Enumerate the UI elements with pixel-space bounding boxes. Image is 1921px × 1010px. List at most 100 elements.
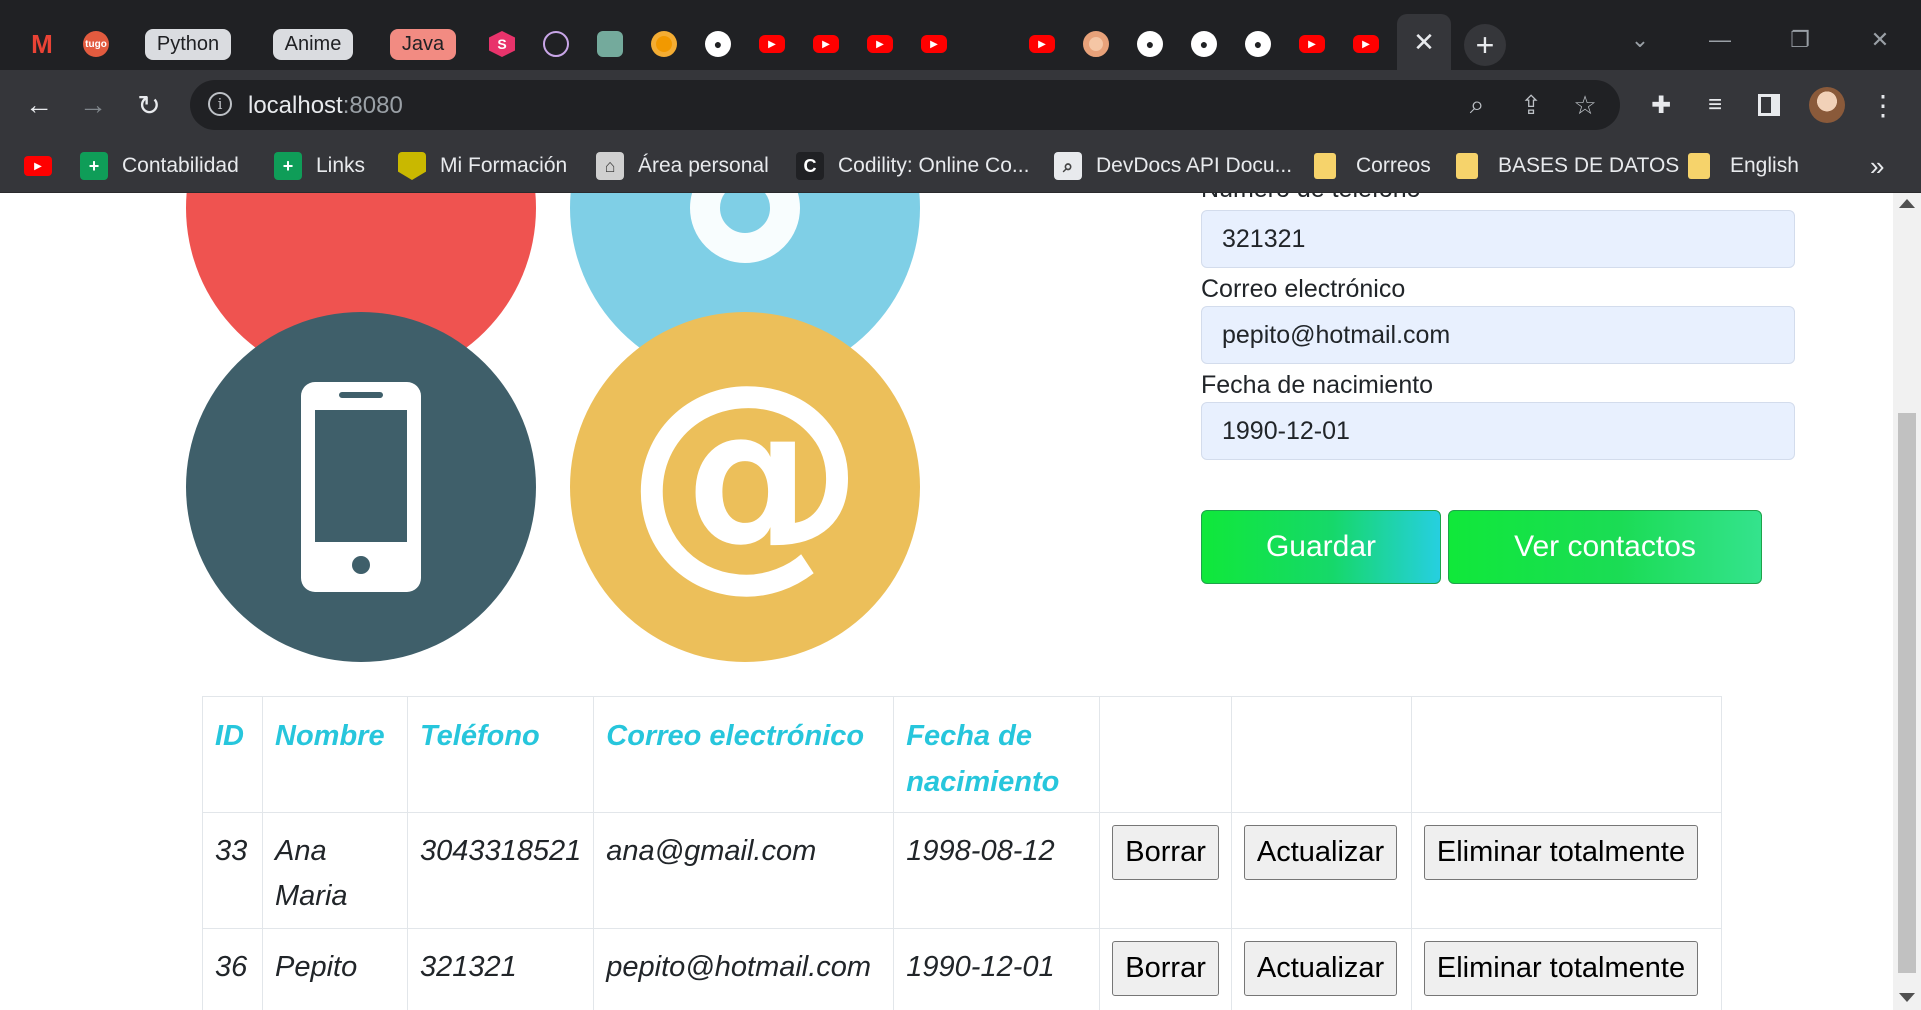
url-text[interactable]: localhost:8080	[248, 92, 403, 120]
update-button[interactable]: Actualizar	[1243, 941, 1398, 996]
save-button[interactable]: Guardar	[1201, 510, 1441, 584]
column-header-action-3	[1410, 696, 1722, 813]
profile-button[interactable]	[1806, 84, 1848, 126]
cell-id: 33	[202, 812, 263, 929]
column-header-email: Correo electrónico	[593, 696, 895, 813]
column-header-action-1	[1099, 696, 1232, 813]
restore-button[interactable]: ❐	[1761, 14, 1839, 66]
tab-youtube[interactable]: ▶	[804, 18, 848, 70]
delete-permanently-button[interactable]: Eliminar totalmente	[1423, 941, 1699, 996]
youtube-icon: ▶	[1299, 35, 1325, 53]
reload-icon: ↻	[137, 89, 161, 121]
side-panel-button[interactable]	[1748, 84, 1790, 126]
puzzle-icon: ✚	[1650, 91, 1672, 119]
scrollbar-thumb[interactable]	[1898, 413, 1916, 973]
tab-chatgpt-2[interactable]	[588, 18, 632, 70]
tab-gmail[interactable]: M	[18, 18, 66, 70]
vertical-scrollbar[interactable]	[1893, 193, 1921, 1010]
bookmark-folder-english[interactable]: English	[1688, 150, 1799, 182]
tab-github[interactable]: ●	[1182, 18, 1226, 70]
bookmark-star-icon[interactable]: ☆	[1568, 88, 1602, 122]
delete-permanently-button[interactable]: Eliminar totalmente	[1423, 825, 1699, 880]
extensions-button[interactable]: ✚	[1640, 84, 1682, 126]
sheets-icon: +	[274, 152, 302, 180]
tab-donut[interactable]	[1074, 18, 1118, 70]
tab-orange[interactable]	[642, 18, 686, 70]
table-header-row: ID Nombre Teléfono Correo electrónico Fe…	[202, 696, 1722, 813]
github-icon: ●	[1191, 31, 1217, 57]
share-icon[interactable]: ⇪	[1514, 88, 1548, 122]
cell-update: Actualizar	[1230, 812, 1412, 929]
email-field[interactable]	[1201, 306, 1795, 364]
gmail-icon: M	[31, 28, 53, 59]
tab-s[interactable]: S	[480, 18, 524, 70]
tab-chatgpt[interactable]	[534, 18, 578, 70]
bookmark-label: BASES DE DATOS	[1498, 154, 1680, 177]
address-bar[interactable]: i localhost:8080 ⌕ ⇪ ☆	[190, 80, 1620, 130]
phone-field[interactable]	[1201, 210, 1795, 268]
view-contacts-button[interactable]: Ver contactos	[1448, 510, 1762, 584]
minimize-button[interactable]: —	[1681, 14, 1759, 66]
scroll-up-arrow-icon[interactable]	[1899, 199, 1915, 208]
cell-delete: Borrar	[1099, 812, 1232, 929]
reload-button[interactable]: ↻	[128, 84, 170, 126]
github-icon: ●	[1245, 31, 1271, 57]
browser-toolbar: ← → ↻ i localhost:8080 ⌕ ⇪ ☆ ✚ ≡ ⋮	[0, 70, 1921, 140]
tab-active[interactable]: ✕	[1397, 14, 1451, 70]
delete-button[interactable]: Borrar	[1112, 941, 1219, 996]
tab-search-dropdown-icon[interactable]: ⌄	[1601, 14, 1679, 66]
bookmark-codility[interactable]: C Codility: Online Co...	[796, 150, 1029, 182]
tab-github[interactable]: ●	[696, 18, 740, 70]
delete-button[interactable]: Borrar	[1112, 825, 1219, 880]
zoom-icon[interactable]: ⌕	[1460, 88, 1494, 122]
update-button[interactable]: Actualizar	[1243, 825, 1398, 880]
tab-group-anime[interactable]: Anime	[266, 18, 360, 70]
forward-button[interactable]: →	[72, 84, 114, 126]
tab-youtube[interactable]: ▶	[1290, 18, 1334, 70]
cell-id: 36	[202, 928, 263, 1010]
birthdate-field[interactable]	[1201, 402, 1795, 460]
tab-youtube[interactable]: ▶	[1020, 18, 1064, 70]
bookmark-folder-correos[interactable]: Correos	[1314, 150, 1431, 182]
tab-group-java[interactable]: Java	[388, 18, 458, 70]
bookmarks-overflow-button[interactable]: »	[1870, 150, 1884, 182]
new-tab-button[interactable]: +	[1464, 24, 1506, 66]
mobile-phone-icon	[301, 382, 421, 592]
folder-icon	[1688, 153, 1710, 179]
url-port: :8080	[342, 92, 403, 119]
chatgpt-icon	[597, 31, 623, 57]
tab-group-label: Java	[389, 28, 457, 60]
tab-github[interactable]: ●	[1128, 18, 1172, 70]
back-button[interactable]: ←	[18, 84, 60, 126]
bookmark-contabilidad[interactable]: + Contabilidad	[80, 150, 239, 182]
tab-youtube[interactable]: ▶	[750, 18, 794, 70]
bookmark-folder-bases-de-datos[interactable]: BASES DE DATOS	[1456, 150, 1679, 182]
menu-button[interactable]: ⋮	[1862, 84, 1904, 126]
media-control-button[interactable]: ≡	[1694, 84, 1736, 126]
bookmark-devdocs[interactable]: ⌕ DevDocs API Docu...	[1054, 150, 1292, 182]
email-circle-image: @	[570, 312, 920, 662]
cell-phone: 321321	[406, 928, 595, 1010]
codility-icon: C	[796, 152, 824, 180]
tab-github[interactable]: ●	[1236, 18, 1280, 70]
bookmark-links[interactable]: + Links	[274, 150, 365, 182]
tab-group-python[interactable]: Python	[138, 18, 238, 70]
bookmark-youtube[interactable]: ▶	[24, 150, 66, 182]
info-icon[interactable]: i	[208, 92, 232, 116]
cell-update: Actualizar	[1230, 928, 1412, 1010]
tab-youtube[interactable]: ▶	[912, 18, 956, 70]
tab-youtube[interactable]: ▶	[1344, 18, 1388, 70]
scroll-down-arrow-icon[interactable]	[1899, 993, 1915, 1002]
tab-youtube[interactable]: ▶	[858, 18, 902, 70]
tab-strip: M tugo Python Anime Java S ● ▶ ▶ ▶ ▶ ▶ ●…	[0, 0, 1921, 70]
tab-tugo[interactable]: tugo	[72, 18, 120, 70]
cell-email: ana@gmail.com	[593, 812, 895, 929]
donut-icon	[1083, 31, 1109, 57]
bookmark-mi-formacion[interactable]: Mi Formación	[398, 150, 567, 182]
youtube-icon: ▶	[921, 35, 947, 53]
column-header-id: ID	[202, 696, 263, 813]
close-window-button[interactable]: ✕	[1841, 14, 1919, 66]
close-tab-icon[interactable]: ✕	[1413, 27, 1435, 58]
s-app-icon: S	[489, 31, 515, 57]
bookmark-area-personal[interactable]: ⌂ Área personal	[596, 150, 769, 182]
